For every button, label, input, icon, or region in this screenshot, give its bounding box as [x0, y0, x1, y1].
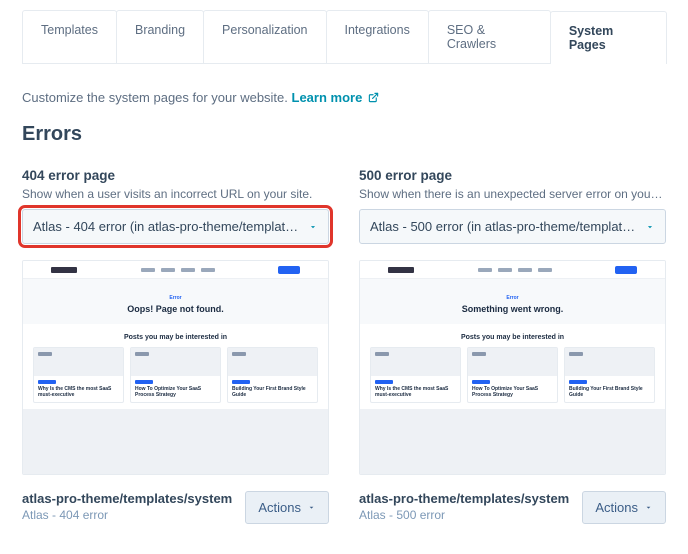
- template-preview: ErrorSomething went wrong.Posts you may …: [359, 260, 666, 475]
- actions-label: Actions: [595, 500, 638, 515]
- tab-branding[interactable]: Branding: [116, 10, 204, 63]
- settings-tabs: TemplatesBrandingPersonalizationIntegrat…: [22, 10, 666, 64]
- card-footer: atlas-pro-theme/templates/system Atlas - …: [22, 491, 329, 524]
- template-select-value: Atlas - 500 error (in atlas-pro-theme/te…: [370, 219, 635, 234]
- card-heading: 500 error page: [359, 168, 666, 183]
- error-card: 500 error page Show when there is an unex…: [359, 168, 666, 524]
- template-file: Atlas - 404 error: [22, 508, 232, 522]
- chevron-down-icon: [308, 222, 318, 232]
- actions-button[interactable]: Actions: [245, 491, 329, 524]
- chevron-down-icon: [645, 222, 655, 232]
- tab-integrations[interactable]: Integrations: [326, 10, 429, 63]
- chevron-down-icon: [644, 503, 653, 512]
- template-select[interactable]: Atlas - 404 error (in atlas-pro-theme/te…: [22, 209, 329, 244]
- learn-more-label: Learn more: [292, 90, 363, 105]
- template-select[interactable]: Atlas - 500 error (in atlas-pro-theme/te…: [359, 209, 666, 244]
- tab-templates[interactable]: Templates: [22, 10, 117, 63]
- chevron-down-icon: [307, 503, 316, 512]
- external-link-icon: [368, 92, 379, 103]
- tab-system-pages[interactable]: System Pages: [550, 11, 667, 64]
- card-sub: Show when a user visits an incorrect URL…: [22, 187, 329, 201]
- error-card: 404 error page Show when a user visits an…: [22, 168, 329, 524]
- card-heading: 404 error page: [22, 168, 329, 183]
- card-footer: atlas-pro-theme/templates/system Atlas - …: [359, 491, 666, 524]
- template-file: Atlas - 500 error: [359, 508, 569, 522]
- error-cards: 404 error page Show when a user visits an…: [22, 168, 666, 524]
- actions-button[interactable]: Actions: [582, 491, 666, 524]
- tab-seo-crawlers[interactable]: SEO & Crawlers: [428, 10, 551, 63]
- template-path: atlas-pro-theme/templates/system: [359, 491, 569, 506]
- tab-personalization[interactable]: Personalization: [203, 10, 326, 63]
- intro-text: Customize the system pages for your webs…: [22, 90, 666, 105]
- card-sub: Show when there is an unexpected server …: [359, 187, 666, 201]
- template-select-value: Atlas - 404 error (in atlas-pro-theme/te…: [33, 219, 298, 234]
- learn-more-link[interactable]: Learn more: [292, 90, 379, 105]
- template-path: atlas-pro-theme/templates/system: [22, 491, 232, 506]
- template-preview: ErrorOops! Page not found.Posts you may …: [22, 260, 329, 475]
- intro-copy: Customize the system pages for your webs…: [22, 90, 288, 105]
- actions-label: Actions: [258, 500, 301, 515]
- section-heading: Errors: [22, 123, 666, 146]
